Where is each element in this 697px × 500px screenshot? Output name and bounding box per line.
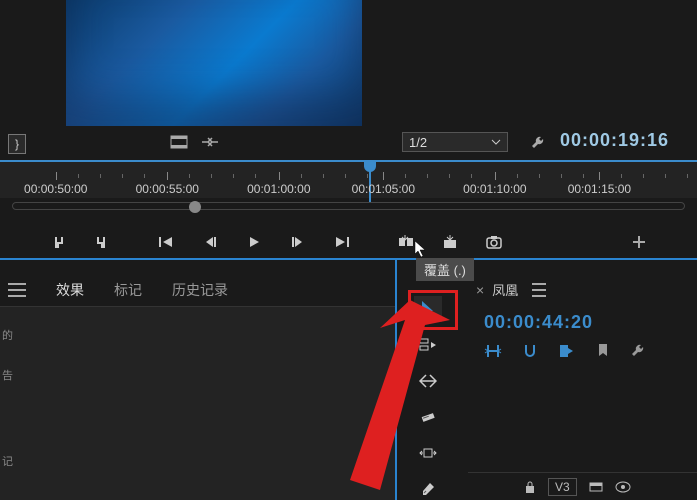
source-monitor-preview[interactable] [66,0,362,126]
selection-tool[interactable] [414,296,442,322]
track-select-tool[interactable] [414,332,442,358]
zoom-value: 1/2 [409,135,427,150]
overwrite-tooltip: 覆盖 (.) [416,258,474,281]
zoom-handle[interactable] [189,201,201,213]
step-back-button[interactable] [196,230,224,254]
mark-in-button[interactable] [44,230,72,254]
go-to-out-button[interactable] [328,230,356,254]
left-panel-tabs: 效果 标记 历史记录 [8,280,228,300]
tab-history[interactable]: 历史记录 [172,280,228,300]
timeline-settings-icon[interactable] [630,342,648,360]
snap-icon[interactable] [522,343,538,359]
go-to-in-button[interactable] [152,230,180,254]
cut-text-1: 的 [2,327,13,343]
join-icon[interactable] [200,135,220,149]
marker-icon[interactable] [596,343,610,359]
side-toggle-button[interactable]: } [8,134,26,154]
monitor-fit-icons [170,130,232,154]
chevron-down-icon [491,139,501,145]
zoom-select[interactable]: 1/2 [402,132,508,152]
sequence-menu-icon[interactable] [532,283,546,297]
monitor-timecode[interactable]: 00:00:19:16 [560,130,669,151]
tab-markers[interactable]: 标记 [114,280,142,300]
track-label[interactable]: V3 [548,478,577,496]
panel-divider-h[interactable] [0,258,697,260]
transport-controls [0,228,697,256]
linked-selection-icon[interactable] [558,343,576,359]
panel-divider-v[interactable] [395,258,397,500]
snap-nest-icon[interactable] [484,343,502,359]
filmstrip-icon[interactable] [170,135,188,149]
wrench-icon[interactable] [530,134,548,152]
ruler-track[interactable]: 00:00:50:0000:00:55:0000:01:00:0000:01:0… [0,162,697,198]
sequence-toggle-icons [484,342,648,360]
panel-menu-icon[interactable] [8,283,26,297]
pen-tool[interactable] [414,476,442,500]
step-forward-button[interactable] [284,230,312,254]
track-eye-icon[interactable] [615,481,631,493]
left-panel-body: 的 告 记 [0,306,395,500]
tool-column [414,296,446,500]
sequence-tabs: × 凤凰 [476,280,546,299]
track-separator [468,472,697,473]
zoom-scrollbar[interactable] [12,202,685,210]
track-lock-icon[interactable] [524,480,536,494]
track-header-row: V3 [524,478,631,496]
timeline-ruler[interactable]: 00:00:50:0000:00:55:0000:01:00:0000:01:0… [0,160,697,220]
sequence-timecode[interactable]: 00:00:44:20 [484,312,593,333]
overwrite-button[interactable] [436,230,464,254]
cut-text-2: 告 [2,367,13,383]
razor-tool[interactable] [414,404,442,430]
track-target-icon[interactable] [589,481,603,493]
slip-tool[interactable] [414,440,442,466]
cut-text-3: 记 [2,453,13,469]
add-button[interactable] [625,230,653,254]
close-sequence-button[interactable]: × [476,282,484,298]
ripple-tool[interactable] [414,368,442,394]
mark-out-button[interactable] [88,230,116,254]
cursor-icon [414,240,428,258]
tab-effects[interactable]: 效果 [56,280,84,300]
export-frame-button[interactable] [480,230,508,254]
sequence-name[interactable]: 凤凰 [492,280,518,299]
play-button[interactable] [240,230,268,254]
